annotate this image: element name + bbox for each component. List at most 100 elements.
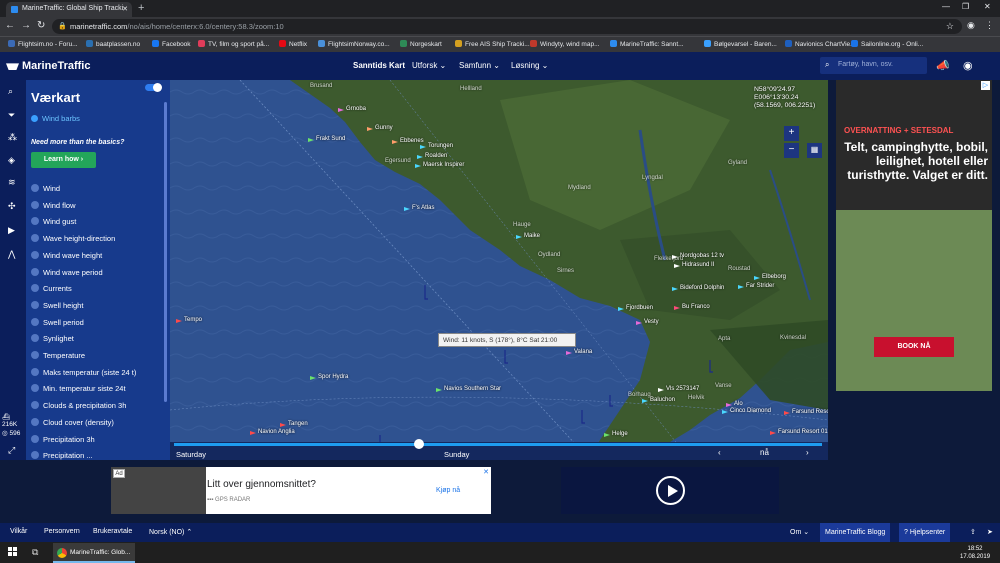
book-now-button[interactable]: BOOK NÅ <box>874 337 954 357</box>
vessel-label[interactable]: Frakt Sund <box>316 136 345 142</box>
bookmark-item[interactable]: MarineTraffic: Sannt... <box>610 40 684 48</box>
vessel-label[interactable]: Vesty <box>644 319 659 325</box>
vessel-label[interactable]: Roalden <box>425 153 447 159</box>
vessel-label[interactable]: F's Atlas <box>412 205 435 211</box>
reload-icon[interactable]: ↻ <box>37 20 45 31</box>
play-icon[interactable] <box>656 476 685 505</box>
vessel-label[interactable]: Baluchon <box>650 397 675 403</box>
vessel-label[interactable]: Fjordbuen <box>626 305 653 311</box>
weather-layer-option[interactable]: Maks temperatur (siste 24 t) <box>31 367 136 377</box>
windows-start-icon[interactable] <box>8 547 18 557</box>
vessel-label[interactable]: Maersk Inspirer <box>423 162 464 168</box>
bookmark-item[interactable]: TV, film og sport på... <box>198 40 269 48</box>
timeline-now[interactable]: nå <box>760 448 769 457</box>
learn-how-button[interactable]: Learn how › <box>31 152 96 168</box>
playback-icon[interactable]: ▶ <box>8 225 15 236</box>
weather-layer-option[interactable]: Wind <box>31 184 60 193</box>
search-input[interactable]: ⌕ Fartøy, havn, osv. <box>820 57 927 74</box>
weather-layer-option[interactable]: Precipitation ... <box>31 451 93 460</box>
nav-live-map[interactable]: Sanntids Kart <box>353 61 405 70</box>
vessel-label[interactable]: Tangen <box>288 421 308 427</box>
weather-layer-option[interactable]: Synlighet <box>31 334 74 343</box>
bookmark-item[interactable]: Flightsim.no - Foru... <box>8 40 78 48</box>
weather-layer-option[interactable]: Clouds & precipitation 3h <box>31 401 126 410</box>
logo[interactable]: MarineTraffic <box>6 59 90 72</box>
vessel-label[interactable]: Gunny <box>375 125 393 131</box>
vessel-label[interactable]: Spor Hydra <box>318 374 348 380</box>
bookmark-item[interactable]: Netflix <box>279 40 307 48</box>
ad-choices-icon[interactable]: ▷ <box>981 81 990 90</box>
new-tab-icon[interactable]: + <box>138 2 144 14</box>
user-account-icon[interactable]: ◉ <box>963 59 973 72</box>
language-selector[interactable]: Norsk (NO) ⌃ <box>149 528 192 536</box>
bookmark-item[interactable]: baatplassen.no <box>86 40 140 48</box>
bookmark-item[interactable]: FlightsimNorway.co... <box>318 40 390 48</box>
weather-icon[interactable]: ≋ <box>8 177 16 188</box>
vessel-label[interactable]: Navios Southern Star <box>444 386 501 392</box>
weather-layer-option[interactable]: Cloud cover (density) <box>31 417 114 427</box>
vessel-label[interactable]: Alo <box>734 401 743 407</box>
vessel-label[interactable]: Farsund Resort 01 <box>778 429 828 435</box>
weather-layer-option[interactable]: Currents <box>31 284 72 293</box>
weather-layer-option[interactable]: Temperature <box>31 351 85 360</box>
close-window-icon[interactable]: ✕ <box>984 2 991 11</box>
layers-icon[interactable]: ◈ <box>8 155 15 166</box>
measure-icon[interactable]: ✣ <box>8 201 16 212</box>
bookmark-item[interactable]: Facebook <box>152 40 191 48</box>
buy-now-link[interactable]: Kjøp nå <box>436 487 460 494</box>
vessel-label[interactable]: Vls 2573147 <box>666 386 699 392</box>
help-center-button[interactable]: ? Hjelpsenter <box>899 523 951 542</box>
weather-layer-option[interactable]: Wind wave period <box>31 267 103 277</box>
browser-tab[interactable]: MarineTraffic: Global Ship Tracki ✕ <box>6 2 132 17</box>
vessel-label[interactable]: Helge <box>612 431 628 437</box>
weather-layer-option[interactable]: Swell period <box>31 317 84 327</box>
weather-toggle[interactable] <box>145 83 162 92</box>
taskbar-chrome-app[interactable]: MarineTraffic: Glob... <box>53 543 135 563</box>
vessel-label[interactable]: Torungen <box>428 143 453 149</box>
weather-layer-option[interactable]: Wind wave height <box>31 250 102 260</box>
vessel-label[interactable]: Ebbenes <box>400 138 424 144</box>
footer-link-terms[interactable]: Vilkår <box>10 528 27 535</box>
maximize-icon[interactable]: ❐ <box>962 2 969 11</box>
nav-solution[interactable]: Løsning ⌄ <box>511 61 548 70</box>
timeline-handle[interactable] <box>414 439 424 449</box>
timeline-next-icon[interactable]: › <box>806 448 809 457</box>
address-bar[interactable]: 🔒 marinetraffic.com/no/ais/home/centerx:… <box>52 19 962 34</box>
bookmark-item[interactable]: Free AIS Ship Tracki... <box>455 40 530 48</box>
extension-icon[interactable]: ◉ <box>967 20 975 31</box>
weather-layer-option[interactable]: Wave height-direction <box>31 234 115 243</box>
footer-link-user-agreement[interactable]: Brukeravtale <box>93 528 132 535</box>
filter-icon[interactable]: ⏷ <box>8 110 15 121</box>
vessel-label[interactable]: Tempo <box>184 317 202 323</box>
bookmark-item[interactable]: Sailonline.org - Onli... <box>851 40 923 48</box>
nav-explore[interactable]: Utforsk ⌄ <box>412 61 446 70</box>
vessel-label[interactable]: Bideford Dolphin <box>680 285 724 291</box>
footer-about[interactable]: Om ⌄ <box>790 528 809 536</box>
weather-layer-option[interactable]: Wind gust <box>31 217 76 226</box>
bookmark-star-icon[interactable]: ☆ <box>946 21 954 32</box>
bookmark-item[interactable]: Bølgevarsel - Baren... <box>704 40 777 48</box>
bottom-advert[interactable]: Ad Litt over gjennomsnittet? ▪▪▪ GPS RAD… <box>111 467 491 514</box>
vessel-label[interactable]: Hidrasund II <box>682 262 714 268</box>
zoom-in-button[interactable]: + <box>784 126 799 141</box>
vessel-label[interactable]: Far Strider <box>746 283 774 289</box>
ad-close-icon[interactable]: ✕ <box>483 468 489 476</box>
nav-community[interactable]: Samfunn ⌄ <box>459 61 500 70</box>
vessel-label[interactable]: Navion Anglia <box>258 429 295 435</box>
close-tab-icon[interactable]: ✕ <box>122 5 128 13</box>
vessel-label[interactable]: Cinco Diamond <box>730 408 771 414</box>
vessel-label[interactable]: Elbeborg <box>762 274 786 280</box>
chrome-menu-icon[interactable]: ⋮ <box>985 20 994 31</box>
map-type-icon[interactable]: ▦ <box>807 143 822 158</box>
vessel-label[interactable]: Nordgobas 12 tv <box>680 253 724 259</box>
bookmark-item[interactable]: Windyty, wind map... <box>530 40 599 48</box>
forward-icon[interactable]: → <box>21 20 31 31</box>
back-icon[interactable]: ← <box>5 20 15 31</box>
share-icon[interactable]: ⇪ <box>970 528 976 536</box>
zoom-out-button[interactable]: − <box>784 143 799 158</box>
route-icon[interactable]: ⋀ <box>8 249 15 260</box>
weather-layer-option[interactable]: Min. temperatur siste 24t <box>31 384 126 393</box>
bookmark-item[interactable]: Norgeskart <box>400 40 442 48</box>
footer-link-privacy[interactable]: Personvern <box>44 528 80 535</box>
task-view-icon[interactable]: ⧉ <box>32 547 38 558</box>
